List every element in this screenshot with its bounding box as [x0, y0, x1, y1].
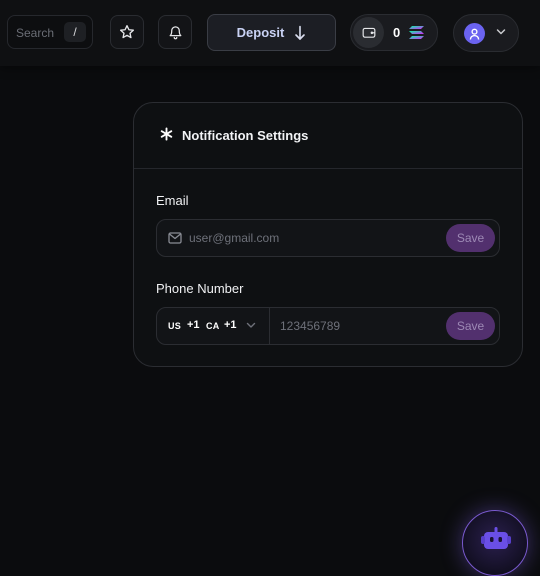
email-label: Email — [156, 193, 189, 208]
deposit-button[interactable]: Deposit — [207, 14, 336, 51]
country-code-select[interactable]: US +1 CA +1 — [157, 308, 270, 344]
dial-code-ca: +1 — [224, 319, 237, 331]
search-shortcut-key: / — [64, 22, 86, 42]
card-title: Notification Settings — [182, 128, 309, 143]
arrow-down-icon — [295, 25, 306, 40]
wallet-balance-pill[interactable]: 0 — [350, 14, 438, 51]
save-phone-button[interactable]: Save — [446, 312, 495, 340]
notifications-button[interactable] — [158, 15, 192, 49]
chevron-down-icon — [496, 29, 506, 35]
search-input[interactable]: Search — [16, 26, 54, 40]
star-icon — [120, 25, 134, 39]
dial-code-us: +1 — [187, 319, 200, 331]
phone-label: Phone Number — [156, 281, 244, 296]
mail-icon — [168, 232, 182, 244]
user-icon — [469, 28, 480, 40]
top-bar: Search / Deposit 0 — [0, 0, 540, 66]
wallet-icon — [353, 17, 384, 48]
search-box[interactable]: Search / — [7, 15, 93, 49]
favorites-button[interactable] — [110, 15, 144, 49]
assistant-fab-button[interactable] — [462, 510, 528, 576]
user-menu-button[interactable] — [453, 14, 519, 52]
card-header: Notification Settings — [134, 103, 522, 169]
email-field[interactable]: user@gmail.com Save — [156, 219, 500, 257]
save-email-button[interactable]: Save — [446, 224, 495, 252]
phone-field[interactable]: US +1 CA +1 123456789 Save — [156, 307, 500, 345]
robot-icon — [481, 527, 511, 549]
wallet-balance-value: 0 — [393, 25, 401, 40]
email-input[interactable]: user@gmail.com — [189, 231, 279, 245]
notification-settings-card: Notification Settings Email user@gmail.c… — [133, 102, 523, 367]
deposit-label: Deposit — [236, 25, 285, 40]
country-code-ca: CA — [206, 321, 220, 331]
asterisk-icon — [160, 127, 173, 141]
country-code-us: US — [168, 321, 182, 331]
chevron-down-icon — [246, 322, 256, 328]
solana-icon — [409, 26, 424, 39]
user-avatar — [464, 23, 485, 44]
bell-icon — [169, 25, 181, 39]
phone-input[interactable]: 123456789 — [280, 319, 340, 333]
